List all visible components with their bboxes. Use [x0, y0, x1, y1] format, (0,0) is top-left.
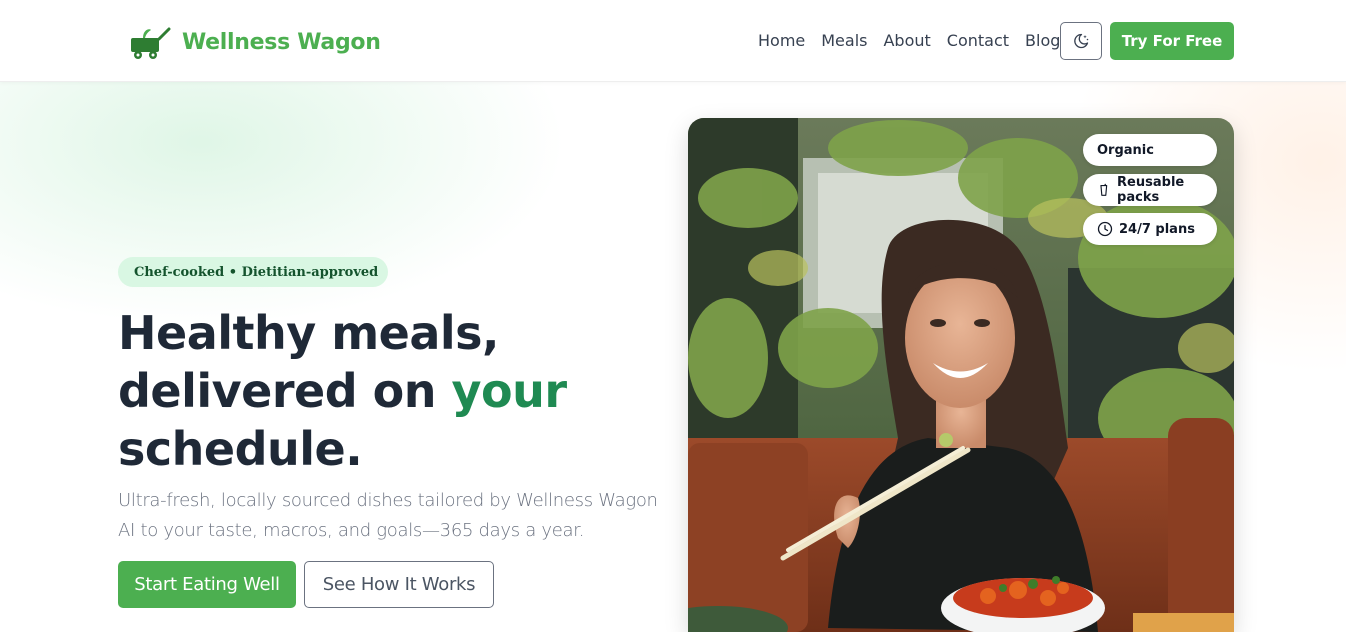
headline-accent: your: [451, 364, 568, 418]
nav-contact[interactable]: Contact: [947, 31, 1009, 50]
hero-subtitle: Ultra-fresh, locally sourced dishes tail…: [118, 490, 658, 541]
clock-icon: [1097, 221, 1113, 237]
brand-name: Wellness Wagon: [182, 29, 381, 55]
brand-logo[interactable]: Wellness Wagon: [129, 24, 381, 60]
hero-headline: Healthy meals, delivered on your schedul…: [118, 304, 678, 478]
nav-home[interactable]: Home: [758, 31, 805, 50]
headline-line-2: delivered on: [118, 364, 452, 418]
cup-icon: [1100, 183, 1108, 196]
theme-toggle-button[interactable]: [1060, 22, 1102, 60]
badge-label: Reusable packs: [1117, 175, 1185, 205]
main-nav: Home Meals About Contact Blog: [758, 31, 1060, 50]
hero-tagline-chip: Chef-cooked • Dietitian-approved: [118, 257, 389, 287]
badge-24-7-plans: 24/7 plans: [1083, 213, 1217, 245]
headline-line-1: Healthy meals,: [118, 306, 500, 360]
badge-label: 24/7 plans: [1119, 221, 1195, 237]
headline-line-3: schedule.: [118, 422, 363, 476]
see-how-it-works-button[interactable]: See How It Works: [304, 561, 494, 608]
nav-about[interactable]: About: [883, 31, 930, 50]
start-eating-well-button[interactable]: Start Eating Well: [118, 561, 296, 608]
badge-organic: Organic: [1083, 134, 1217, 166]
try-for-free-button[interactable]: Try For Free: [1110, 22, 1234, 60]
nav-meals[interactable]: Meals: [821, 31, 867, 50]
wagon-icon: [131, 27, 171, 59]
moon-stars-icon: [1074, 33, 1089, 49]
nav-blog[interactable]: Blog: [1025, 31, 1060, 50]
badge-label: Organic: [1097, 142, 1154, 158]
badge-reusable-packs: Reusable packs: [1083, 174, 1217, 206]
top-navbar: Wellness Wagon Home Meals About Contact …: [0, 0, 1346, 82]
